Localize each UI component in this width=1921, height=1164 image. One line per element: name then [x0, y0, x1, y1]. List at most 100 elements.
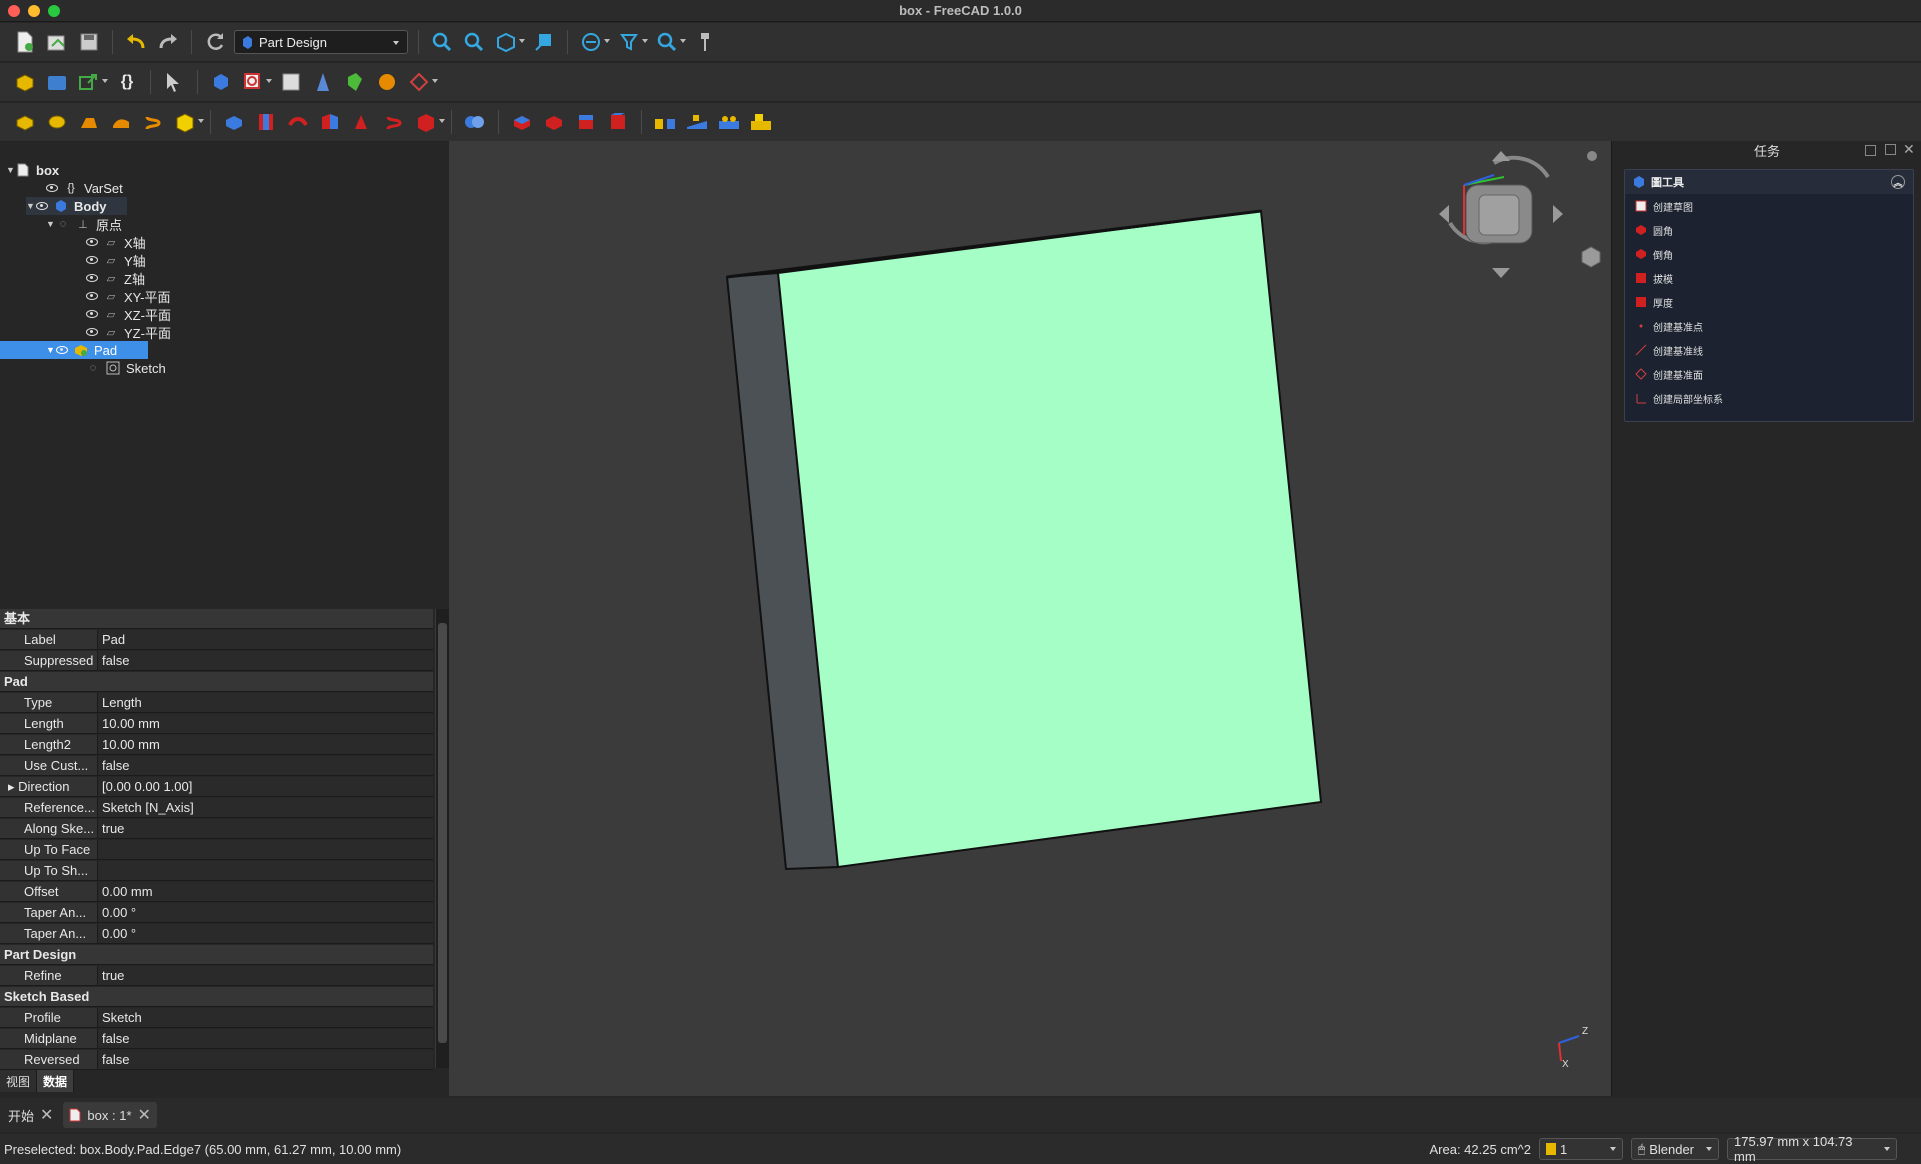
hidden-eye-icon[interactable]: ◌ — [86, 361, 100, 375]
property-value[interactable]: false — [98, 651, 433, 670]
additive-loft-icon[interactable] — [76, 109, 102, 135]
pocket-icon[interactable] — [221, 109, 247, 135]
datum-plane-icon[interactable] — [406, 69, 438, 95]
property-row[interactable]: Up To Sh... — [0, 861, 433, 881]
property-row[interactable]: Use Cust... false — [0, 756, 433, 776]
navigation-style-selector[interactable]: 🖱 Blender — [1631, 1138, 1719, 1160]
property-value[interactable]: Pad — [98, 630, 433, 649]
create-sketch-icon[interactable] — [240, 69, 272, 95]
tree-item-body[interactable]: ▼ Body — [26, 197, 127, 215]
visibility-eye-icon[interactable] — [86, 292, 98, 300]
close-tab-icon[interactable]: ✕ — [138, 1105, 151, 1125]
tree-item-origin[interactable]: ▼ ◌ ⊥ 原点 — [46, 215, 122, 233]
create-part-icon[interactable] — [12, 69, 38, 95]
shape-binder-icon[interactable] — [342, 69, 368, 95]
property-row[interactable]: Reversed false — [0, 1050, 433, 1070]
property-group-header[interactable]: Sketch Based — [0, 987, 433, 1007]
property-value[interactable]: 0.00 ° — [98, 903, 433, 922]
undo-icon[interactable] — [123, 29, 149, 55]
redo-icon[interactable] — [155, 29, 181, 55]
property-row[interactable]: ▸ Direction [0.00 0.00 1.00] — [0, 777, 433, 797]
task-datum-point[interactable]: 创建基准点 — [1625, 314, 1913, 338]
property-value[interactable]: Sketch — [98, 1008, 433, 1027]
property-value[interactable]: false — [98, 1050, 433, 1069]
property-group-header[interactable]: Part Design — [0, 945, 433, 965]
property-row[interactable]: Up To Face — [0, 840, 433, 860]
workbench-selector[interactable]: Part Design — [234, 30, 408, 54]
property-row[interactable]: Refine true — [0, 966, 433, 986]
tree-item-xy-plane[interactable]: ▱ XY-平面 — [86, 287, 170, 305]
property-row[interactable]: Length2 10.00 mm — [0, 735, 433, 755]
dimension-readout[interactable]: 175.97 mm x 104.73 mm — [1727, 1134, 1897, 1164]
task-thickness[interactable]: 厚度 — [1625, 290, 1913, 314]
selection-filter-icon[interactable] — [616, 29, 648, 55]
additive-primitive-icon[interactable] — [172, 109, 204, 135]
select-filter-icon[interactable] — [161, 69, 187, 95]
revolution-icon[interactable] — [44, 109, 70, 135]
task-create-sketch[interactable]: 创建草图 — [1625, 194, 1913, 218]
visibility-eye-icon[interactable] — [86, 328, 98, 336]
zoom-icon[interactable] — [654, 29, 686, 55]
tree-item-sketch[interactable]: ◌ Sketch — [86, 359, 166, 377]
tree-item-y-axis[interactable]: ▱ Y轴 — [86, 251, 146, 269]
hole-icon[interactable] — [253, 109, 279, 135]
task-datum-line[interactable]: 创建基准线 — [1625, 338, 1913, 362]
task-draft[interactable]: 拔模 — [1625, 266, 1913, 290]
tab-data[interactable]: 数据 — [37, 1070, 75, 1092]
property-value[interactable]: false — [98, 756, 433, 775]
tree-item-z-axis[interactable]: ▱ Z轴 — [86, 269, 145, 287]
varset-icon[interactable]: {} — [114, 69, 140, 95]
tab-start[interactable]: 开始 ✕ — [2, 1102, 59, 1128]
open-document-icon[interactable] — [44, 29, 70, 55]
property-row[interactable]: Reference... Sketch [N_Axis] — [0, 798, 433, 818]
property-value[interactable]: false — [98, 1029, 433, 1048]
property-row[interactable]: Taper An... 0.00 ° — [0, 924, 433, 944]
chamfer-icon[interactable] — [541, 109, 567, 135]
subtractive-helix-icon[interactable] — [381, 109, 407, 135]
property-group-header[interactable]: Pad — [0, 672, 433, 692]
property-value[interactable] — [98, 840, 433, 859]
tree-item-box[interactable]: ▼ box — [6, 161, 59, 179]
collapse-icon[interactable]: ︽ — [1891, 175, 1905, 189]
restore-panel-icon[interactable] — [1885, 144, 1896, 155]
property-row[interactable]: Type Length — [0, 693, 433, 713]
subtractive-primitive-icon[interactable] — [413, 109, 445, 135]
property-scrollbar[interactable] — [435, 609, 449, 1068]
linear-pattern-icon[interactable] — [684, 109, 710, 135]
clone-icon[interactable] — [310, 69, 336, 95]
property-row[interactable]: Midplane false — [0, 1029, 433, 1049]
visibility-eye-icon[interactable] — [86, 238, 98, 246]
visibility-eye-icon[interactable] — [36, 202, 48, 210]
property-row[interactable]: Suppressed false — [0, 651, 433, 671]
task-fillet[interactable]: 圆角 — [1625, 218, 1913, 242]
tree-item-xz-plane[interactable]: ▱ XZ-平面 — [86, 305, 171, 323]
property-row[interactable]: Taper An... 0.00 ° — [0, 903, 433, 923]
property-value[interactable] — [98, 861, 433, 880]
property-row[interactable]: Along Ske... true — [0, 819, 433, 839]
property-row[interactable]: Label Pad — [0, 630, 433, 650]
float-panel-icon[interactable] — [1865, 145, 1876, 156]
tree-item-pad[interactable]: ▼ Pad — [0, 341, 148, 359]
mirrored-icon[interactable] — [652, 109, 678, 135]
property-group-header[interactable]: 基本 — [0, 609, 433, 629]
groove-icon[interactable] — [285, 109, 311, 135]
validate-sketch-icon[interactable] — [278, 69, 304, 95]
tools-box-header[interactable]: 圖工具 ︽ — [1625, 170, 1913, 194]
tab-box-document[interactable]: box : 1* ✕ — [63, 1102, 157, 1128]
additive-pipe-icon[interactable] — [108, 109, 134, 135]
visibility-eye-icon[interactable] — [86, 310, 98, 318]
tab-view[interactable]: 视图 — [0, 1070, 38, 1092]
property-row[interactable]: Length 10.00 mm — [0, 714, 433, 734]
multitransform-icon[interactable] — [748, 109, 774, 135]
polar-pattern-icon[interactable] — [716, 109, 742, 135]
tree-item-yz-plane[interactable]: ▱ YZ-平面 — [86, 323, 171, 341]
create-link-icon[interactable] — [76, 69, 108, 95]
property-value[interactable]: Length — [98, 693, 433, 712]
create-group-icon[interactable] — [44, 69, 70, 95]
visibility-eye-icon[interactable] — [86, 256, 98, 264]
refresh-icon[interactable] — [202, 29, 228, 55]
close-panel-icon[interactable]: ✕ — [1903, 141, 1915, 158]
task-datum-plane[interactable]: 创建基准面 — [1625, 362, 1913, 386]
property-value[interactable]: 0.00 mm — [98, 882, 433, 901]
tree-item-x-axis[interactable]: ▱ X轴 — [86, 233, 146, 251]
